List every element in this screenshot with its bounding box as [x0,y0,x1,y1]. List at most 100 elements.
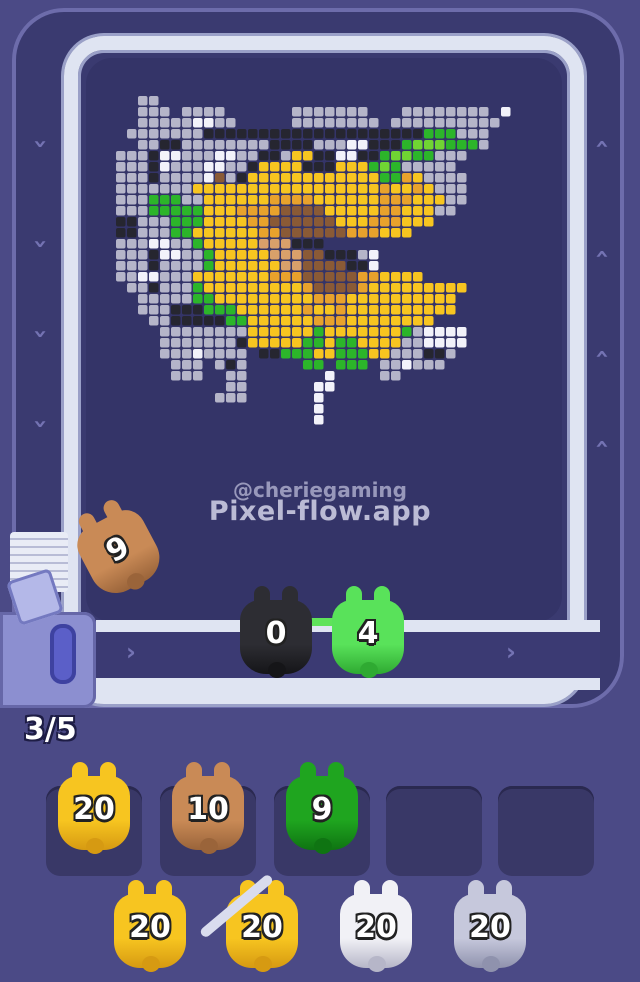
pixel-block [138,184,148,194]
pixel-block [336,206,346,216]
pixel-block [281,305,291,315]
pixel-block [138,107,148,117]
pixel-block [424,294,434,304]
pixel-block [336,107,346,117]
pixel-block [127,129,137,139]
queue-slot[interactable] [386,786,482,876]
pixel-block [281,327,291,337]
pixel-block [182,129,192,139]
pixel-block [127,151,137,161]
pixel-block [248,239,258,249]
pixel-block [391,349,401,359]
pixel-block [226,371,236,381]
pixel-block [369,151,379,161]
pixel-block [435,184,445,194]
pixel-block [182,184,192,194]
pixel-block [138,140,148,150]
pixel-block [303,261,313,271]
unit-tail [268,662,286,678]
pixel-block [446,184,456,194]
pixel-block [226,283,236,293]
track-arrow-icon: › [586,139,615,149]
pixel-block [380,195,390,205]
pixel-block [149,206,159,216]
queue-unit[interactable]: 10 [168,762,248,858]
pixel-block [160,305,170,315]
pixel-block [215,151,225,161]
pixel-block [259,140,269,150]
pixel-block [380,151,390,161]
pixel-block [292,173,302,183]
pixel-block [358,206,368,216]
pixel-block [402,305,412,315]
queue-slot[interactable] [498,786,594,876]
pixel-block [171,184,181,194]
reserve-unit[interactable]: 20 [110,880,190,976]
pixel-block [237,305,247,315]
pixel-block [402,140,412,150]
pixel-block [226,272,236,282]
pixel-block [424,107,434,117]
pixel-block [314,228,324,238]
pixel-block [127,250,137,260]
pixel-block [457,129,467,139]
pixel-block [171,305,181,315]
pixel-block [138,305,148,315]
pixel-block [391,316,401,326]
pixel-block [281,206,291,216]
pixel-block [149,195,159,205]
pixel-block [402,283,412,293]
pixel-block [380,162,390,172]
track-arrow-icon: › [26,139,55,149]
pixel-block [292,338,302,348]
conveyor-unit[interactable]: 0 [236,586,316,682]
pixel-block [402,129,412,139]
pixel-block [281,217,291,227]
reserve-unit[interactable]: 20 [336,880,416,976]
pixel-block [138,118,148,128]
queue-unit[interactable]: 9 [282,762,362,858]
conveyor-capacity: 3/5 [24,712,77,747]
pixel-block [182,206,192,216]
pixel-block [259,338,269,348]
pixel-block [226,140,236,150]
pixel-block [325,338,335,348]
pixel-block [193,118,203,128]
pixel-block [237,371,247,381]
pixel-block [424,360,434,370]
pixel-block [413,173,423,183]
pixel-block [270,294,280,304]
pixel-block [281,250,291,260]
pixel-block [391,294,401,304]
reserve-unit[interactable]: 20 [450,880,530,976]
pixel-block [358,360,368,370]
pixel-block [138,283,148,293]
pixel-block [182,162,192,172]
queue-unit[interactable]: 20 [54,762,134,858]
pixel-block [160,195,170,205]
pixel-block [435,107,445,117]
reserve-unit[interactable]: 20 [222,880,302,976]
pixel-block [424,129,434,139]
pixel-block [402,184,412,194]
unit-tail [142,956,160,972]
pixel-block [248,195,258,205]
pixel-block [237,338,247,348]
pixel-block [259,206,269,216]
pixel-block [435,162,445,172]
pixel-block [127,162,137,172]
conveyor-arrow-icon: › [126,638,136,666]
pixel-block [336,283,346,293]
pixel-block [303,129,313,139]
pixel-block [292,217,302,227]
pixel-canvas [86,58,562,622]
pixel-block [402,360,412,370]
pixel-block [226,305,236,315]
pixel-block [204,349,214,359]
pixel-block [336,272,346,282]
pixel-block [336,129,346,139]
pixel-block [479,118,489,128]
pixel-block [226,382,236,392]
conveyor-unit[interactable]: 4 [328,586,408,682]
pixel-block [413,305,423,315]
